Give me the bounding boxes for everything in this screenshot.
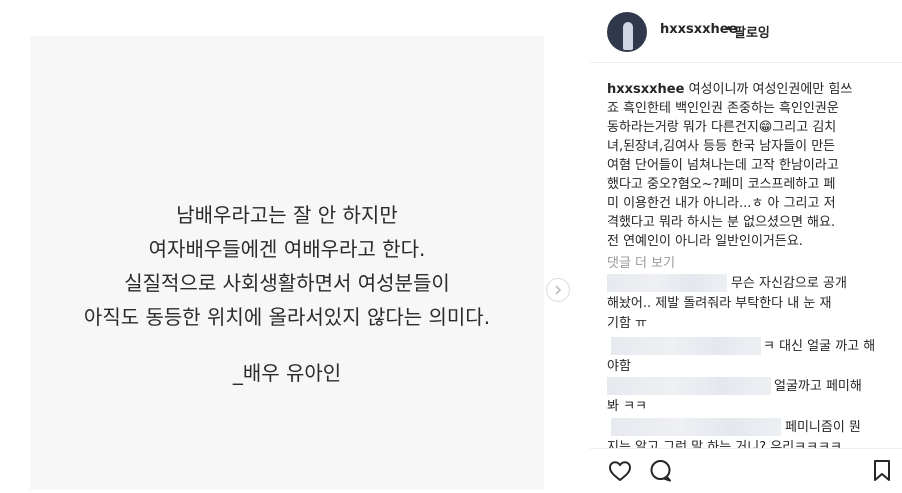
following-button[interactable]: 팔로잉: [734, 22, 770, 41]
comment-item: ㅋ 대신 얼굴 까고 해 야함: [607, 337, 887, 377]
caption-text: 녀,된장녀,김여사 등등 한국 남자들이 만든: [607, 139, 836, 154]
redacted-username: [611, 337, 761, 355]
quote-author: _배우 유아인: [232, 361, 342, 385]
comment-item: 얼굴까고 페미해 봐 ㅋㅋ: [607, 377, 887, 417]
quote-line: 남배우라고는 잘 안 하지만: [176, 203, 398, 227]
caption-text: 동하라는거랑 뭐가 다른건지😁그리고 김치: [607, 120, 837, 135]
caption-username[interactable]: hxxsxxhee: [607, 82, 684, 97]
action-bar: [590, 448, 902, 493]
comment-text: 기함 ㅠ: [607, 316, 648, 331]
post-side-panel: hxxsxxhee • 팔로잉 hxxsxxhee 여성이니까 여성인권에만 힘…: [590, 0, 902, 493]
post-quote: 남배우라고는 잘 안 하지만 여자배우들에겐 여배우라고 한다. 실질적으로 사…: [30, 198, 544, 390]
next-image-button[interactable]: [546, 278, 570, 302]
caption-text: 여성이니까 여성인권에만 힘쓰: [684, 82, 853, 97]
post-header: hxxsxxhee • 팔로잉: [590, 0, 902, 63]
caption-text: 격했다고 뭐라 하시는 분 없으셨으면 해요.: [607, 215, 836, 230]
heart-icon[interactable]: [607, 459, 633, 483]
comment-item: 무슨 자신감으로 공개 해놨어.. 제발 돌려줘라 부탁한다 내 눈 재 기함 …: [607, 274, 887, 334]
post-caption: hxxsxxhee 여성이니까 여성인권에만 힘쓰 죠 흑인한테 백인인권 존중…: [607, 80, 879, 251]
view-more-comments-link[interactable]: 댓글 더 보기: [607, 252, 675, 271]
comment-text: 봐 ㅋㅋ: [607, 399, 648, 414]
avatar[interactable]: [607, 12, 647, 52]
redacted-username: [607, 274, 727, 292]
caption-text: 죠 흑인한테 백인인권 존중하는 흑인인권운: [607, 101, 839, 116]
redacted-username: [611, 418, 781, 436]
quote-line: 실질적으로 사회생활하면서 여성분들이: [124, 271, 450, 295]
redacted-username: [607, 377, 771, 395]
comment-text: 해놨어.. 제발 돌려줘라 부탁한다 내 눈 재: [607, 296, 832, 311]
bookmark-icon[interactable]: [872, 459, 892, 483]
chevron-right-icon: [555, 285, 562, 295]
comment-icon[interactable]: [648, 459, 674, 483]
caption-text: 여혐 단어들이 넘쳐나는데 고작 한남이라고: [607, 158, 839, 173]
quote-line: 아직도 동등한 위치에 올라서있지 않다는 의미다.: [83, 305, 491, 329]
caption-text: 전 연예인이 아니라 일반인이거든요.: [607, 234, 803, 249]
caption-text: 했다고 중오?혐오~?페미 코스프레하고 페: [607, 177, 836, 192]
comment-text: 야함: [607, 359, 631, 374]
quote-line: 여자배우들에겐 여배우라고 한다.: [148, 237, 426, 261]
caption-text: 미 이용한건 내가 아니라...ㅎ 아 그리고 저: [607, 196, 836, 211]
header-separator: •: [725, 22, 733, 37]
